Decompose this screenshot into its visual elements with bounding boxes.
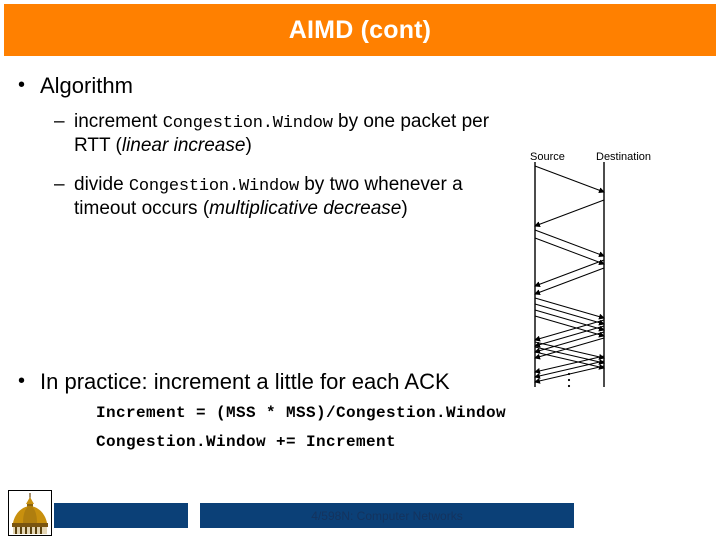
bullet-algorithm-label: Algorithm — [40, 73, 133, 98]
slide-body: • Algorithm – increment Congestion.Windo… — [0, 60, 720, 480]
page-title: AIMD (cont) — [288, 15, 432, 44]
bullet-dash-icon: – — [54, 111, 65, 132]
footer-bar-right: 4/598N: Computer Networks — [200, 503, 574, 528]
bullet-in-practice-label: In practice: increment a little for each… — [40, 369, 450, 394]
bullet-dash-icon: – — [54, 174, 65, 195]
text-segment-italic: linear increase — [121, 135, 246, 157]
footer-course-label: 4/598N: Computer Networks — [311, 508, 463, 523]
packet-arrows — [534, 165, 605, 384]
tcp-timing-diagram: Source Destination — [515, 152, 695, 392]
code-token-congestion-window: Congestion.Window — [128, 177, 299, 196]
sub-bullet-linear-increase-text: increment Congestion.Window by one packe… — [74, 110, 504, 158]
slide-title-bar: AIMD (cont) — [4, 4, 716, 56]
bullet-dot-icon: • — [18, 370, 26, 392]
bullet-in-practice: • In practice: increment a little for ea… — [18, 369, 450, 395]
dome-logo-graphic — [9, 491, 51, 535]
bullet-algorithm: • Algorithm — [18, 73, 133, 99]
text-segment-plain: ) — [401, 198, 408, 220]
sub-bullet-multiplicative-decrease: – divide Congestion.Window by two whenev… — [54, 173, 524, 221]
footer-bar-left — [54, 503, 188, 528]
university-dome-logo — [8, 490, 52, 536]
sub-bullet-linear-increase: – increment Congestion.Window by one pac… — [54, 110, 524, 158]
code-token-congestion-window: Congestion.Window — [162, 114, 333, 133]
bullet-dot-icon: • — [18, 74, 26, 96]
code-line-window-update: Congestion.Window += Increment — [96, 433, 397, 451]
diagram-canvas — [534, 162, 605, 388]
diagram-ellipsis-icon — [567, 372, 571, 388]
sub-bullet-multiplicative-decrease-text: divide Congestion.Window by two whenever… — [74, 173, 504, 221]
text-segment-italic: multiplicative decrease — [209, 198, 402, 220]
code-line-increment: Increment = (MSS * MSS)/Congestion.Windo… — [96, 404, 507, 422]
text-segment-plain: divide — [74, 174, 129, 195]
text-segment-plain: ) — [245, 135, 252, 157]
text-segment-plain: increment — [74, 111, 163, 132]
